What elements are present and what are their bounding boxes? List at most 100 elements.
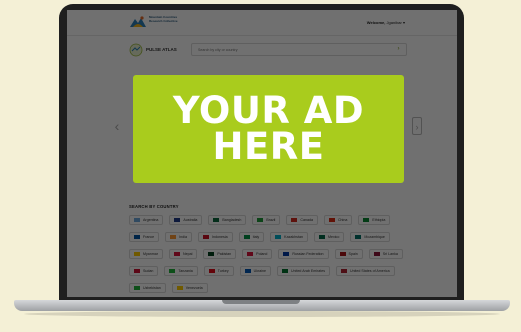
search-box: › [191,43,407,56]
country-label: Bangladesh [222,218,242,222]
country-label: Kazakhstan [284,235,303,239]
flag-icon [208,252,215,256]
country-chip[interactable]: Argentina [129,215,164,225]
laptop-notch [222,300,300,304]
country-chip[interactable]: Indonesia [197,232,233,242]
country-chip[interactable]: Ukraine [239,266,272,276]
welcome-label: Welcome, [366,20,386,25]
country-chip[interactable]: Poland [242,249,273,259]
country-chip[interactable]: Myanmar [129,249,163,259]
flag-icon [202,235,209,239]
country-chip[interactable]: Canada [286,215,318,225]
carousel-prev-button[interactable]: ‹ [112,117,122,135]
country-chip[interactable]: Nepal [168,249,198,259]
country-chip[interactable]: Sri Lanka [368,249,403,259]
country-label: Myanmar [143,252,158,256]
country-chip[interactable]: Australia [169,215,203,225]
country-chip[interactable]: Pakistan [203,249,237,259]
country-label: Brazil [266,218,276,222]
flag-icon [134,286,140,290]
country-label: France [143,235,155,239]
flag-icon [328,218,335,222]
country-label: Italy [252,235,260,239]
country-label: Argentina [143,218,159,222]
country-label: Indonesia [211,235,228,239]
country-chip[interactable]: Mozambique [350,232,390,242]
country-label: Mozambique [364,235,385,239]
arrow-right-icon[interactable]: › [395,46,402,53]
section-title: SEARCH BY COUNTRY [129,204,179,209]
flag-icon [373,252,380,256]
flag-icon [247,252,254,256]
laptop-shadow [24,311,500,317]
country-chip[interactable]: Spain [334,249,363,259]
country-label: Canada [300,218,313,222]
site-logo-icon[interactable] [129,15,147,29]
country-label: Venezuela [185,286,203,290]
country-label: China [337,218,348,222]
country-chip[interactable]: Venezuela [171,283,208,293]
country-label: Nepal [182,252,193,256]
flag-icon [134,235,140,239]
country-label: Sri Lanka [382,252,398,256]
country-label: Australia [183,218,198,222]
flag-icon [208,269,215,273]
search-row: PULSE ATLAS › [129,41,407,59]
country-label: Russian Federation [292,252,324,256]
country-chip[interactable]: Uzbekistan [129,283,166,293]
search-input[interactable] [198,44,388,55]
flag-icon [318,235,325,239]
ad-line-2: HERE [212,125,325,168]
flag-icon [170,235,177,239]
flag-icon [257,218,264,222]
flag-icon [355,235,362,239]
flag-icon [173,252,180,256]
country-chip[interactable]: China [323,215,353,225]
flag-icon [244,269,251,273]
country-chip[interactable]: Italy [238,232,265,242]
country-chip[interactable]: France [129,232,160,242]
country-chip[interactable]: United Arab Emirates [277,266,331,276]
country-label: Uzbekistan [143,286,161,290]
country-label: United Arab Emirates [291,269,326,273]
country-label: Spain [348,252,358,256]
country-chip[interactable]: Russian Federation [278,249,329,259]
logo-text: Mountain Countries Research Collective [149,15,178,23]
country-chip[interactable]: Brazil [252,215,281,225]
country-label: Tanzania [178,269,193,273]
ad-line-1: YOUR AD [172,89,365,132]
flag-icon [282,269,289,273]
flag-icon [341,269,348,273]
chevron-down-icon[interactable]: ▾ [403,20,405,25]
country-label: Sudan [143,269,154,273]
country-chip[interactable]: Kazakhstan [270,232,308,242]
flag-icon [291,218,298,222]
flag-icon [213,218,220,222]
country-chip[interactable]: India [165,232,192,242]
country-chip-grid: Argentina Australia Bangladesh Brazil Canada… [129,215,419,293]
user-name[interactable]: Jganibar [387,20,402,25]
site-header: Mountain Countries Research Collective W… [67,10,457,36]
country-chip[interactable]: Sudan [129,266,159,276]
welcome-text: Welcome, Jganibar ▾ [367,20,405,25]
flag-icon [174,218,181,222]
ad-banner[interactable]: YOUR AD HERE [133,75,404,183]
atlas-logo-icon [129,43,143,57]
country-label: Mexico [327,235,340,239]
country-label: Ethiopia [372,218,386,222]
country-label: Ukraine [253,269,267,273]
flag-icon [169,269,176,273]
country-chip[interactable]: Bangladesh [208,215,247,225]
country-chip[interactable]: Tanzania [164,266,198,276]
country-chip[interactable]: Ethiopia [358,215,391,225]
flag-icon [134,252,140,256]
country-label: Poland [256,252,268,256]
flag-icon [283,252,290,256]
flag-icon [134,218,140,222]
country-label: India [179,235,187,239]
country-chip[interactable]: Mexico [313,232,345,242]
carousel-next-button[interactable]: › [412,117,422,135]
flag-icon [363,218,370,222]
country-chip[interactable]: Turkey [203,266,234,276]
country-chip[interactable]: United States of America [336,266,395,276]
